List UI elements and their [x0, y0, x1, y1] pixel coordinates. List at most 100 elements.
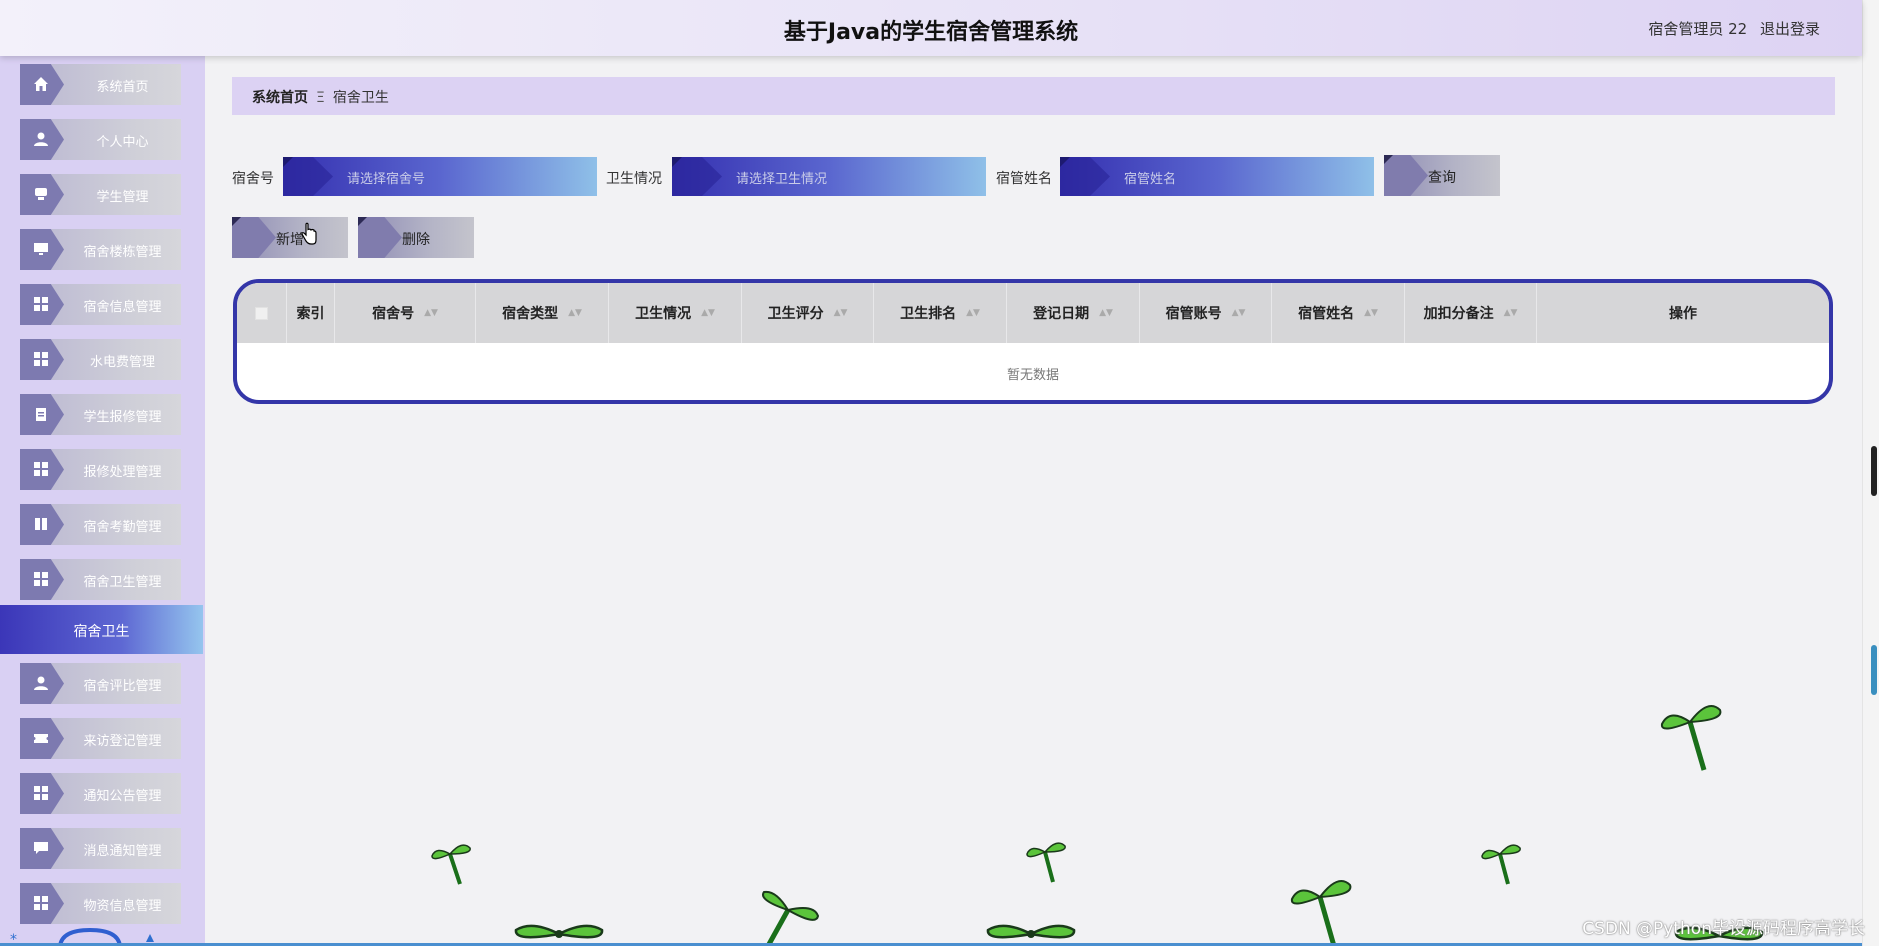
- leaf-decoration-icon: [1290, 880, 1352, 946]
- book-icon: [35, 518, 47, 530]
- sort-icon: ▲▼: [568, 308, 582, 318]
- home-icon: [34, 77, 48, 91]
- sidebar-item-label: 宿舍信息管理: [83, 300, 162, 315]
- empty-state-text: 暂无数据: [1006, 368, 1059, 383]
- sidebar-item-attendance[interactable]: 宿舍考勤管理: [20, 504, 181, 545]
- dorm-number-select[interactable]: 请选择宿舍号: [283, 157, 597, 196]
- sidebar-item-visitors[interactable]: 来访登记管理: [20, 718, 181, 759]
- column-header[interactable]: 宿管姓名 ▲▼: [1272, 283, 1405, 343]
- sidebar-item-home[interactable]: 系统首页: [20, 64, 181, 105]
- sidebar-item-rating[interactable]: 宿舍评比管理: [20, 663, 181, 704]
- select-all-cell: [237, 283, 287, 343]
- chat-icon: [34, 842, 48, 854]
- sidebar-item-dorm-info[interactable]: 宿舍信息管理: [20, 284, 181, 325]
- delete-button[interactable]: 删除: [358, 217, 474, 258]
- monitor-icon: [34, 243, 48, 255]
- scrollbar-thumb[interactable]: [1871, 446, 1877, 496]
- column-header[interactable]: 卫生排名 ▲▼: [874, 283, 1007, 343]
- hygiene-table: 索引 宿舍号 ▲▼ 宿舍类型 ▲▼ 卫生情况 ▲▼ 卫生评分 ▲▼ 卫生排名 ▲▼ 登记日…: [233, 279, 1833, 404]
- sidebar-item-label: 宿舍考勤管理: [83, 520, 162, 535]
- dorm-number-placeholder: 请选择宿舍号: [347, 172, 426, 187]
- sidebar-subitem-label: 宿舍卫生: [73, 624, 130, 640]
- sidebar-item-label: 水电费管理: [89, 355, 155, 370]
- sidebar-subitem-hygiene[interactable]: 宿舍卫生: [0, 605, 203, 654]
- grid-icon: [34, 896, 48, 910]
- sidebar-item-label: 来访登记管理: [83, 734, 162, 749]
- breadcrumb: 系统首页 Ξ 宿舍卫生: [232, 77, 1835, 115]
- sidebar-item-notices[interactable]: 通知公告管理: [20, 773, 181, 814]
- column-header[interactable]: 宿舍号 ▲▼: [335, 283, 476, 343]
- sidebar-item-label: 系统首页: [96, 80, 149, 95]
- column-header[interactable]: 卫生情况 ▲▼: [609, 283, 742, 343]
- column-header[interactable]: 登记日期 ▲▼: [1007, 283, 1140, 343]
- query-button[interactable]: 查询: [1384, 155, 1500, 196]
- grid-icon: [34, 572, 48, 586]
- sort-icon: ▲▼: [424, 308, 438, 318]
- breadcrumb-current: 宿舍卫生: [332, 90, 389, 106]
- sort-icon: ▲▼: [833, 308, 848, 318]
- sidebar-item-repair-requests[interactable]: 学生报修管理: [20, 394, 181, 435]
- app-title: 基于Java的学生宿舍管理系统: [783, 20, 1079, 45]
- sidebar-item-repair-processing[interactable]: 报修处理管理: [20, 449, 181, 490]
- table-header: 索引 宿舍号 ▲▼ 宿舍类型 ▲▼ 卫生情况 ▲▼ 卫生评分 ▲▼ 卫生排名 ▲▼ 登记日…: [237, 283, 1829, 343]
- column-header: 操作: [1669, 306, 1697, 322]
- sort-icon: ▲▼: [966, 308, 980, 318]
- query-button-label: 查询: [1428, 170, 1456, 186]
- sort-icon: ▲▼: [1364, 308, 1378, 318]
- sidebar-item-label: 宿舍评比管理: [83, 679, 162, 694]
- sidebar-item-label: 消息通知管理: [83, 844, 162, 859]
- sort-icon: ▲▼: [1099, 308, 1113, 318]
- grid-icon: [34, 786, 48, 800]
- column-header: 索引: [287, 283, 335, 343]
- watermark-text: CSDN @Python毕设源码程序高学长: [1582, 919, 1865, 939]
- clipboard-icon: [36, 408, 46, 421]
- add-button[interactable]: 新增: [232, 217, 348, 258]
- sidebar-item-buildings[interactable]: 宿舍楼栋管理: [20, 229, 181, 270]
- scrollbar-indicator: [1871, 645, 1877, 695]
- sidebar-item-students[interactable]: 学生管理: [20, 174, 181, 215]
- grid-icon: [34, 297, 48, 311]
- user-area: 宿舍管理员 22 退出登录: [1640, 18, 1820, 39]
- column-header[interactable]: 卫生评分 ▲▼: [742, 283, 874, 343]
- grid-icon: [34, 462, 48, 476]
- sidebar-item-label: 报修处理管理: [83, 465, 162, 480]
- delete-button-label: 删除: [402, 232, 430, 248]
- grid-icon: [34, 352, 48, 366]
- user-icon: [34, 676, 48, 690]
- sort-icon: ▲▼: [1231, 308, 1246, 318]
- sidebar-item-label: 通知公告管理: [83, 789, 162, 804]
- sidebar-item-messages[interactable]: 消息通知管理: [20, 828, 181, 869]
- sidebar-item-utilities[interactable]: 水电费管理: [20, 339, 181, 380]
- column-header[interactable]: 加扣分备注 ▲▼: [1405, 283, 1537, 343]
- column-header[interactable]: 宿管账号 ▲▼: [1140, 283, 1272, 343]
- page-scrollbar[interactable]: [1862, 0, 1879, 946]
- column-header[interactable]: 宿舍类型 ▲▼: [476, 283, 609, 343]
- sidebar-item-label: 宿舍卫生管理: [83, 575, 162, 590]
- leaf-decoration-icon: [1660, 705, 1722, 771]
- hygiene-status-placeholder: 请选择卫生情况: [736, 172, 828, 187]
- leaf-decoration-icon: [431, 844, 471, 885]
- sidebar-item-profile[interactable]: 个人中心: [20, 119, 181, 160]
- hygiene-status-select[interactable]: 请选择卫生情况: [672, 157, 986, 196]
- manager-name-input[interactable]: 宿管姓名: [1060, 157, 1374, 196]
- sidebar-item-label: 个人中心: [96, 135, 149, 150]
- leaf-decoration-icon: [762, 890, 820, 946]
- user-icon: [34, 132, 48, 146]
- dorm-number-label: 宿舍号: [232, 171, 274, 187]
- breadcrumb-separator: Ξ: [316, 90, 325, 106]
- sidebar-item-supplies[interactable]: 物资信息管理: [20, 883, 181, 924]
- logout-link[interactable]: 退出登录: [1760, 20, 1820, 38]
- select-all-checkbox[interactable]: [255, 306, 268, 320]
- sidebar-item-label: 宿舍楼栋管理: [83, 245, 162, 260]
- sidebar-item-label: 学生管理: [96, 190, 149, 205]
- sidebar-item-hygiene[interactable]: 宿舍卫生管理: [20, 559, 181, 600]
- sort-icon: ▲▼: [1503, 308, 1518, 318]
- leaf-decoration-icon: [1481, 844, 1521, 885]
- manager-name-label: 宿管姓名: [996, 171, 1052, 187]
- sidebar-item-label: 物资信息管理: [83, 899, 162, 914]
- hygiene-status-label: 卫生情况: [606, 171, 662, 187]
- breadcrumb-home[interactable]: 系统首页: [252, 90, 308, 106]
- top-header: 基于Java的学生宿舍管理系统 宿舍管理员 22 退出登录: [0, 0, 1862, 56]
- cursor-hand-icon: [301, 222, 317, 245]
- chair-icon: [35, 188, 47, 200]
